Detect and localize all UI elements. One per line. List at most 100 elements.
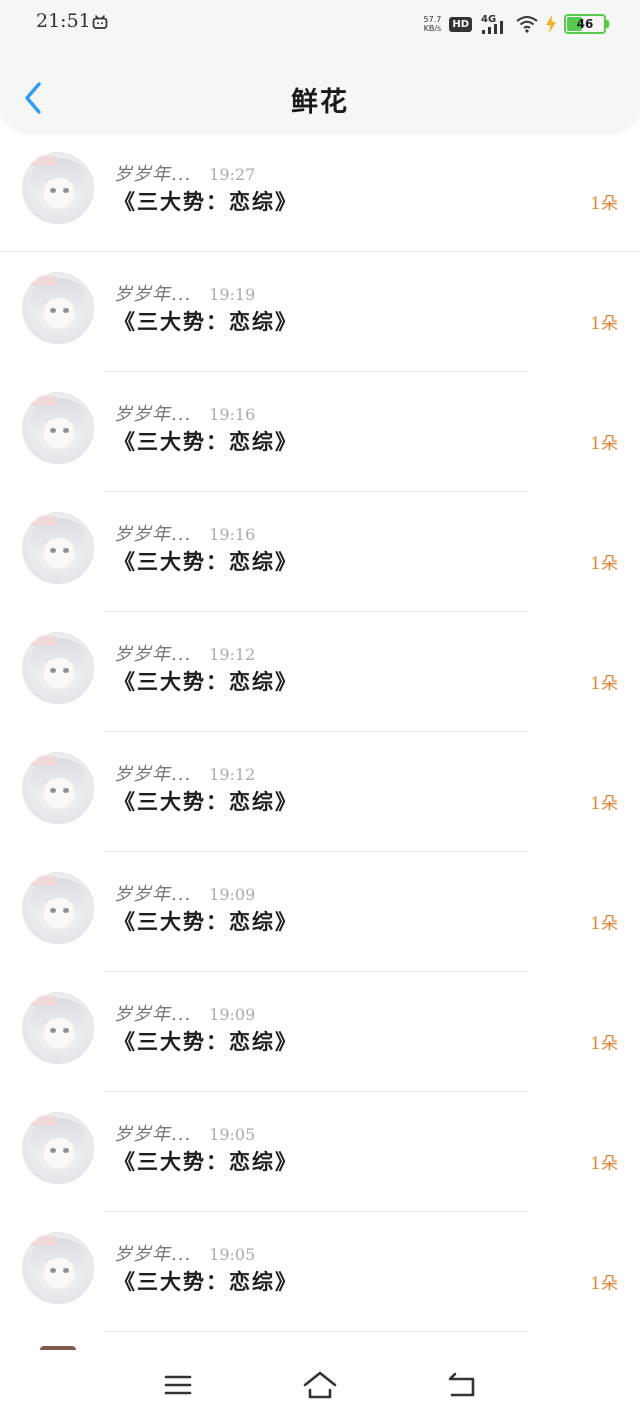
book-title[interactable]: 《三大势：恋综》 [114,306,298,336]
book-title[interactable]: 《三大势：恋综》 [114,1026,298,1056]
charging-bolt-icon [546,15,556,33]
menu-icon [164,1375,192,1395]
avatar-eye [50,428,56,433]
user-line: 岁岁年... 19:16 [114,400,255,426]
book-title[interactable]: 《三大势：恋综》 [114,666,298,696]
network-speed-unit: KB/s [423,24,442,33]
avatar-eye [50,308,56,313]
timestamp: 19:16 [209,405,256,424]
username[interactable]: 岁岁年... [114,160,191,186]
avatar-eye [63,428,69,433]
book-title[interactable]: 《三大势：恋综》 [114,1146,298,1176]
username[interactable]: 岁岁年... [114,1120,191,1146]
home-button[interactable] [300,1368,340,1402]
list-item[interactable]: 岁岁年... 19:16 《三大势：恋综》 1朵 [0,492,640,612]
avatar-cap [28,1236,58,1246]
avatar-eye [50,1268,56,1273]
menu-button[interactable] [158,1368,198,1402]
avatar-eye [50,668,56,673]
timestamp: 19:05 [209,1245,256,1264]
user-line: 岁岁年... 19:19 [114,280,255,306]
user-line: 岁岁年... 19:27 [114,160,255,186]
signal-icon: 4G [481,14,503,34]
avatar-cap [28,516,58,526]
status-time: 21:51 [36,10,91,32]
list-item[interactable]: 岁岁年... 19:19 《三大势：恋综》 1朵 [0,252,640,372]
network-type-label: 4G [481,14,496,25]
list-item[interactable]: 岁岁年... 19:12 《三大势：恋综》 1朵 [0,612,640,732]
avatar[interactable] [22,632,94,704]
avatar-cap [28,756,58,766]
avatar-face [44,538,74,568]
username[interactable]: 岁岁年... [114,1240,191,1266]
avatar-face [44,658,74,688]
book-title[interactable]: 《三大势：恋综》 [114,906,298,936]
flower-count: 1朵 [590,554,618,574]
hd-badge: HD [449,16,472,32]
avatar-cap [28,1116,58,1126]
flower-list: 岁岁年... 19:27 《三大势：恋综》 1朵 岁岁年... 19:19 《三大势：恋综》… [0,132,640,1332]
timestamp: 19:09 [209,1005,256,1024]
list-item[interactable]: 岁岁年... 19:05 《三大势：恋综》 1朵 [0,1092,640,1212]
list-item[interactable]: 岁岁年... 19:12 《三大势：恋综》 1朵 [0,732,640,852]
avatar-face [44,1138,74,1168]
avatar-eye [50,908,56,913]
avatar-eye [50,548,56,553]
book-title[interactable]: 《三大势：恋综》 [114,546,298,576]
flower-count: 1朵 [590,1274,618,1294]
username[interactable]: 岁岁年... [114,640,191,666]
bilibili-tv-icon [92,15,108,29]
status-icons: 57.7 KB/s HD 4G 46 [423,12,609,36]
flower-count: 1朵 [590,914,618,934]
book-title[interactable]: 《三大势：恋综》 [114,426,298,456]
avatar[interactable] [22,752,94,824]
username[interactable]: 岁岁年... [114,400,191,426]
username[interactable]: 岁岁年... [114,280,191,306]
list-item[interactable]: 岁岁年... 19:16 《三大势：恋综》 1朵 [0,372,640,492]
avatar[interactable] [22,992,94,1064]
avatar[interactable] [22,152,94,224]
user-line: 岁岁年... 19:12 [114,760,255,786]
book-title[interactable]: 《三大势：恋综》 [114,186,298,216]
list-item[interactable]: 岁岁年... 19:09 《三大势：恋综》 1朵 [0,972,640,1092]
avatar[interactable] [22,512,94,584]
book-title[interactable]: 《三大势：恋综》 [114,786,298,816]
system-back-button[interactable] [442,1368,482,1402]
user-line: 岁岁年... 19:12 [114,640,255,666]
avatar-face [44,898,74,928]
avatar[interactable] [22,872,94,944]
avatar-face [44,778,74,808]
flower-count: 1朵 [590,1154,618,1174]
user-line: 岁岁年... 19:16 [114,520,255,546]
flower-count: 1朵 [590,1034,618,1054]
avatar-cap [28,876,58,886]
username[interactable]: 岁岁年... [114,880,191,906]
avatar[interactable] [22,392,94,464]
avatar-eye [63,308,69,313]
timestamp: 19:16 [209,525,256,544]
avatar-eye [63,788,69,793]
avatar[interactable] [22,1232,94,1304]
user-line: 岁岁年... 19:05 [114,1120,255,1146]
wifi-icon [516,16,538,33]
status-bar: 21:51 57.7 KB/s HD 4G 46 [0,0,640,48]
username[interactable]: 岁岁年... [114,1000,191,1026]
avatar-eye [63,1268,69,1273]
username[interactable]: 岁岁年... [114,760,191,786]
flower-count: 1朵 [590,794,618,814]
list-item[interactable]: 岁岁年... 19:27 《三大势：恋综》 1朵 [0,132,640,252]
home-icon [303,1371,337,1399]
battery-tip [606,20,609,28]
book-title[interactable]: 《三大势：恋综》 [114,1266,298,1296]
avatar-face [44,1258,74,1288]
header: 鲜花 [0,48,640,132]
avatar-face [44,298,74,328]
avatar[interactable] [22,1112,94,1184]
list-item[interactable]: 岁岁年... 19:09 《三大势：恋综》 1朵 [0,852,640,972]
user-line: 岁岁年... 19:05 [114,1240,255,1266]
battery-level: 46 [576,17,594,31]
avatar-eye [50,1148,56,1153]
avatar[interactable] [22,272,94,344]
username[interactable]: 岁岁年... [114,520,191,546]
list-item[interactable]: 岁岁年... 19:05 《三大势：恋综》 1朵 [0,1212,640,1332]
